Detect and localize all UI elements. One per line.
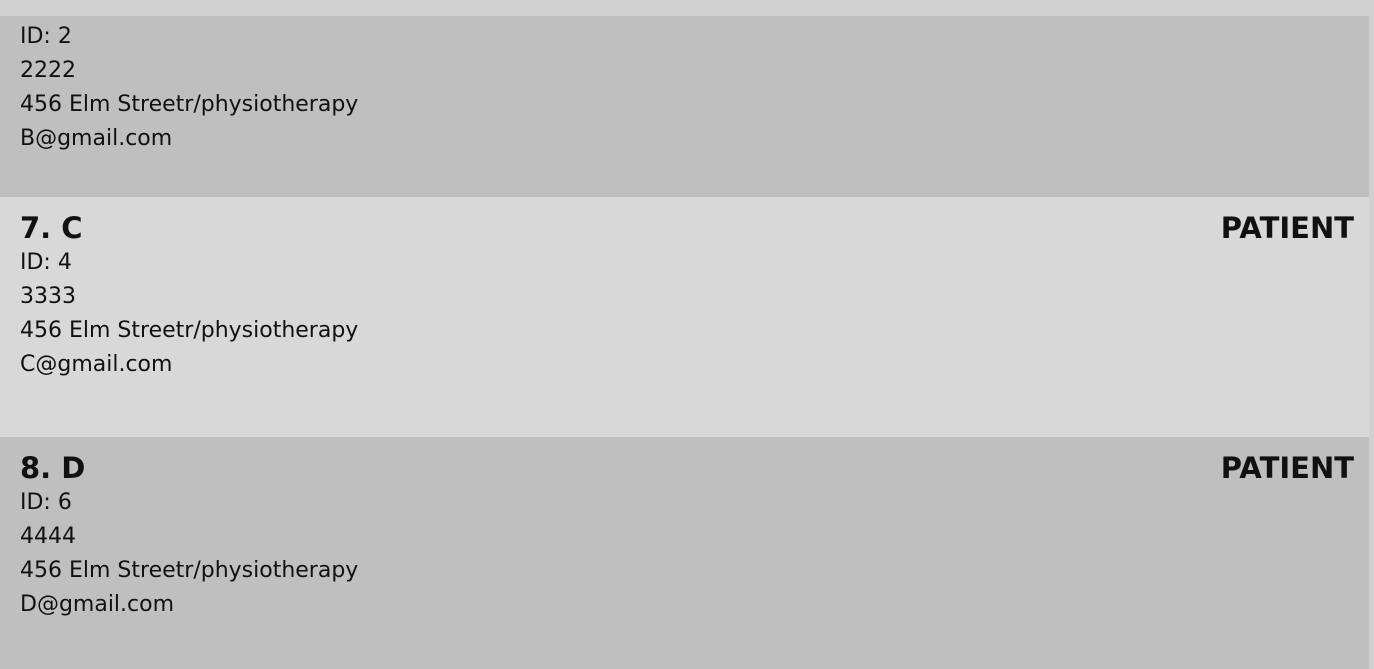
person-name: 8. D	[20, 451, 86, 485]
person-role-badge: PATIENT	[1220, 451, 1354, 485]
person-card-header: 7. C PATIENT	[20, 210, 1354, 246]
person-phone: 3333	[20, 284, 76, 309]
person-address: 456 Elm Streetr/physiotherapy	[20, 92, 359, 117]
person-list[interactable]: ID: 2 2222 456 Elm Streetr/physiotherapy…	[0, 16, 1369, 669]
person-id: ID: 2	[20, 24, 72, 49]
person-card-d[interactable]: 8. D PATIENT ID: 6 4444 456 Elm Streetr/…	[0, 437, 1369, 669]
person-role-badge: PATIENT	[1220, 211, 1354, 245]
person-email: C@gmail.com	[20, 352, 173, 377]
person-id: ID: 4	[20, 250, 72, 275]
person-address: 456 Elm Streetr/physiotherapy	[20, 318, 359, 343]
person-email: D@gmail.com	[20, 592, 175, 617]
person-card-header: 8. D PATIENT	[20, 450, 1354, 486]
person-card-b[interactable]: ID: 2 2222 456 Elm Streetr/physiotherapy…	[0, 16, 1369, 197]
person-id: ID: 6	[20, 490, 72, 515]
person-name: 7. C	[20, 211, 83, 245]
person-phone: 4444	[20, 524, 76, 549]
person-phone: 2222	[20, 58, 76, 83]
person-card-c[interactable]: 7. C PATIENT ID: 4 3333 456 Elm Streetr/…	[0, 197, 1369, 437]
person-address: 456 Elm Streetr/physiotherapy	[20, 558, 359, 583]
person-email: B@gmail.com	[20, 126, 173, 151]
